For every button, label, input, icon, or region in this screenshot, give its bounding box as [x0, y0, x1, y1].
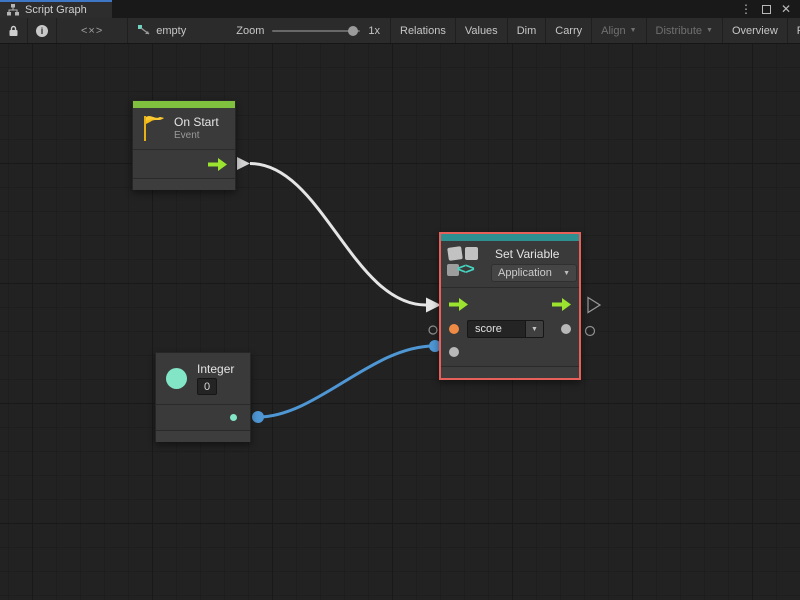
selection-label: empty — [156, 25, 186, 37]
variables-icon: <> — [447, 245, 485, 283]
zoom-control: Zoom 1x — [196, 18, 391, 43]
on-start-flow-output-port[interactable] — [208, 158, 227, 171]
info-button[interactable]: i — [28, 18, 57, 43]
on-start-title: On Start — [174, 115, 219, 130]
connection-cursor-icon — [138, 25, 151, 37]
set-variable-value-input-port[interactable] — [449, 347, 459, 357]
close-icon[interactable]: ✕ — [778, 1, 794, 17]
distribute-label: Distribute — [656, 25, 702, 37]
integer-title: Integer — [197, 362, 234, 376]
node-on-start[interactable]: On Start Event — [132, 100, 236, 190]
distribute-caret-icon: ▼ — [706, 27, 713, 34]
variable-name-caret-icon: ▼ — [531, 326, 538, 333]
lock-icon — [8, 25, 19, 37]
code-preview-button[interactable]: <×> — [57, 18, 128, 43]
zoom-value: 1x — [368, 25, 380, 37]
set-variable-accent-strip — [441, 234, 579, 241]
zoom-slider-knob[interactable] — [348, 26, 358, 36]
node-set-variable[interactable]: <> Set Variable Application ▼ — [439, 232, 581, 380]
integer-type-icon — [166, 368, 187, 389]
set-variable-flow-output-port[interactable] — [552, 298, 571, 311]
graph-toolbar: i <×> empty Zoom 1x Relations Values Dim… — [0, 18, 800, 44]
window-controls: ⋮ ✕ — [738, 0, 800, 18]
flag-icon — [143, 115, 166, 142]
set-variable-footer — [441, 367, 579, 378]
wire-layer — [0, 44, 800, 600]
align-button: Align ▼ — [592, 18, 646, 43]
variable-name-value[interactable]: score — [467, 320, 525, 338]
on-start-header: On Start Event — [133, 108, 235, 149]
distribute-button: Distribute ▼ — [647, 18, 723, 43]
lock-button[interactable] — [0, 18, 28, 43]
variable-name-input-port[interactable] — [449, 324, 459, 334]
node-integer[interactable]: Integer 0 — [155, 352, 251, 442]
code-icon: <×> — [81, 25, 103, 37]
integer-value-output-port[interactable] — [230, 414, 237, 421]
info-icon: i — [36, 25, 48, 37]
selection-indicator: empty — [128, 18, 196, 43]
zoom-slider[interactable] — [272, 25, 360, 37]
values-button[interactable]: Values — [456, 18, 508, 43]
set-variable-value-output-outer-port[interactable] — [586, 327, 595, 336]
wire-value[interactable] — [258, 346, 434, 417]
relations-button[interactable]: Relations — [391, 18, 456, 43]
set-variable-flow-input-port[interactable] — [449, 298, 468, 311]
title-bar: Script Graph ⋮ ✕ — [0, 0, 800, 18]
set-variable-value-output-port[interactable] — [561, 324, 571, 334]
align-label: Align — [601, 25, 625, 37]
set-variable-title: Set Variable — [491, 247, 577, 261]
align-caret-icon: ▼ — [630, 27, 637, 34]
script-graph-icon — [7, 4, 19, 16]
integer-footer — [156, 431, 250, 442]
carry-button[interactable]: Carry — [546, 18, 592, 43]
maximize-icon[interactable] — [758, 1, 774, 17]
zoom-slider-track — [272, 30, 360, 32]
on-start-flow-output-connector[interactable] — [237, 157, 250, 170]
dim-button[interactable]: Dim — [508, 18, 547, 43]
integer-value-field[interactable]: 0 — [197, 378, 217, 395]
variable-name-dropdown[interactable]: score ▼ — [467, 320, 544, 338]
variable-scope-value: Application — [498, 267, 552, 279]
scope-caret-icon: ▼ — [563, 270, 570, 277]
wire-flow[interactable] — [250, 164, 426, 306]
tab-title: Script Graph — [25, 4, 87, 16]
zoom-label: Zoom — [236, 25, 264, 37]
on-start-subtitle: Event — [174, 130, 219, 143]
variable-scope-dropdown[interactable]: Application ▼ — [491, 264, 577, 282]
maximize-box — [762, 5, 771, 14]
chevrons-icon: <> — [457, 261, 474, 279]
set-variable-header: <> Set Variable Application ▼ — [441, 241, 579, 287]
set-variable-value-input-outer-port[interactable] — [429, 326, 437, 334]
overview-button[interactable]: Overview — [723, 18, 788, 43]
tab-script-graph[interactable]: Script Graph — [0, 0, 112, 18]
variable-name-dropdown-button[interactable]: ▼ — [525, 320, 544, 338]
fullscreen-button[interactable]: Full Screen — [788, 18, 800, 43]
wire-value-start-dot[interactable] — [252, 411, 264, 423]
on-start-footer — [133, 179, 235, 190]
on-start-accent-strip — [133, 101, 235, 108]
set-variable-flow-output-outer-port[interactable] — [588, 298, 600, 313]
menu-icon[interactable]: ⋮ — [738, 1, 754, 17]
integer-header: Integer 0 — [156, 353, 250, 404]
graph-canvas[interactable]: On Start Event <> Set Variable — [0, 44, 800, 600]
